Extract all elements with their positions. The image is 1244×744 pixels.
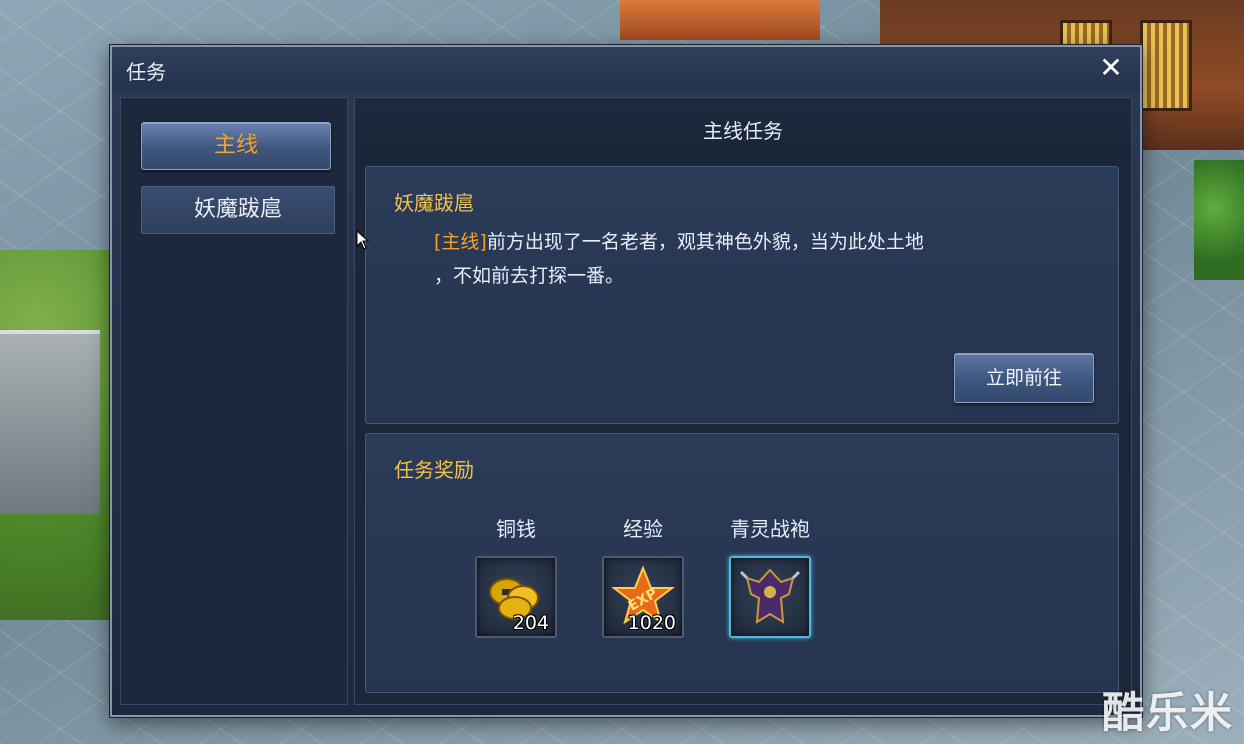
reward-label: 铜钱 xyxy=(496,517,536,541)
rewards-title: 任务奖励 xyxy=(394,458,474,482)
tree xyxy=(1194,160,1244,280)
quest-description-line2: ，不如前去打探一番。 xyxy=(434,265,625,287)
quest-window: 任务 ✕ 主线 妖魔跋扈 主线任务 妖魔跋扈 [主线]前方出现了一名老者，观其神… xyxy=(110,45,1142,717)
quest-detail-area: 主线任务 妖魔跋扈 [主线]前方出现了一名老者，观其神色外貌，当为此处土地 ，不… xyxy=(354,97,1132,705)
reward-label: 经验 xyxy=(623,517,663,541)
watermark-logo: 酷乐米 xyxy=(1101,688,1234,737)
quest-name: 妖魔跋扈 xyxy=(394,191,474,215)
close-icon[interactable]: ✕ xyxy=(1096,53,1126,83)
reward-item-exp: 经验 EXP 1020 xyxy=(593,514,693,638)
market-stall xyxy=(620,0,820,40)
reward-quantity: 1020 xyxy=(627,612,676,634)
reward-slot[interactable]: 204 xyxy=(475,556,557,638)
quest-category-sidebar: 主线 妖魔跋扈 xyxy=(120,97,348,705)
reward-slot[interactable] xyxy=(729,556,811,638)
tab-quest-yaomo[interactable]: 妖魔跋扈 xyxy=(141,186,335,234)
reward-label: 青灵战袍 xyxy=(730,517,810,541)
reward-item-robe: 青灵战袍 xyxy=(720,514,820,638)
reward-quantity: 204 xyxy=(512,612,549,634)
window-title: 任务 xyxy=(126,60,166,84)
quest-section-header: 主线任务 xyxy=(355,98,1131,156)
go-now-button[interactable]: 立即前往 xyxy=(954,353,1094,403)
quest-type-tag: [主线] xyxy=(434,231,487,253)
quest-info-panel: 妖魔跋扈 [主线]前方出现了一名老者，观其神色外貌，当为此处土地 ，不如前去打探… xyxy=(365,166,1119,424)
window-titlebar: 任务 ✕ xyxy=(112,47,1140,91)
mouse-cursor-icon xyxy=(356,230,370,250)
tab-main-quest[interactable]: 主线 xyxy=(141,122,331,170)
quest-description-line1: 前方出现了一名老者，观其神色外貌，当为此处土地 xyxy=(486,231,924,253)
reward-item-coins: 铜钱 204 xyxy=(466,514,566,638)
armor-robe-icon xyxy=(739,568,801,624)
house-window xyxy=(1140,20,1192,111)
stone-building xyxy=(0,330,100,514)
reward-slot[interactable]: EXP 1020 xyxy=(602,556,684,638)
quest-rewards-panel: 任务奖励 铜钱 204 经验 EXP 1020 青灵战袍 xyxy=(365,433,1119,693)
quest-description: [主线]前方出现了一名老者，观其神色外貌，当为此处土地 ，不如前去打探一番。 xyxy=(434,225,1074,293)
